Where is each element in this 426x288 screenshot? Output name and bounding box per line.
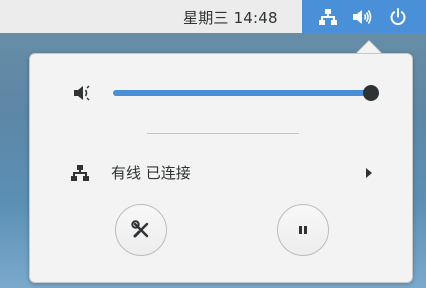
network-wired-icon [319,9,337,25]
network-menu-item[interactable]: 有线 已连接 [30,157,412,187]
popover-arrow [357,41,381,53]
tools-icon [131,220,149,238]
volume-slider-handle[interactable] [363,85,379,101]
volume-slider-fill [113,90,371,96]
separator [147,133,299,134]
network-status-label: 有线 已连接 [111,164,191,182]
volume-icon [353,10,372,24]
pause-icon [299,226,307,234]
clock[interactable]: 星期三 14:48 [183,7,278,28]
power-icon [390,8,406,25]
volume-low-icon [74,85,90,101]
system-tray[interactable] [302,0,426,33]
settings-button[interactable] [115,204,167,256]
system-menu-popover: 有线 已连接 [29,53,413,283]
submenu-arrow-icon [366,168,372,178]
pause-button[interactable] [277,204,329,256]
network-wired-icon [71,165,89,181]
volume-slider[interactable] [113,85,379,101]
top-bar: 星期三 14:48 [0,0,426,33]
